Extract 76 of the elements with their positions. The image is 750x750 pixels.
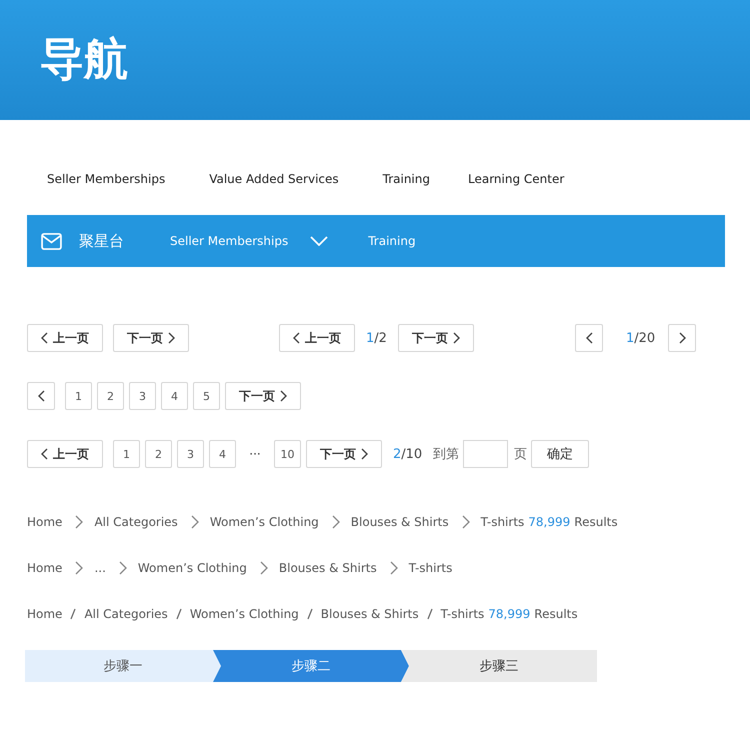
chevron-right-icon [452,332,460,344]
nav-link[interactable]: Training [382,170,430,188]
chevron-right-icon [260,561,268,575]
breadcrumb-link[interactable]: All Categories [94,515,178,529]
chevron-left-icon [41,448,48,460]
next-page-button[interactable]: 下一页 [113,324,189,352]
breadcrumb-link[interactable]: ... [94,561,106,575]
breadcrumb-link[interactable]: Blouses & Shirts [320,607,419,621]
chevron-down-icon[interactable] [310,236,328,246]
previous-page-button[interactable]: 上一页 [279,324,355,352]
chevron-left-icon [41,332,48,344]
step-item: 步骤三 [401,650,597,682]
chevron-right-icon [390,561,398,575]
chevron-right-icon [75,561,84,575]
breadcrumb-link[interactable]: All Categories [84,607,168,621]
page-input-field[interactable] [463,440,508,468]
jump-label: 到第 [433,446,460,463]
breadcrumb-link[interactable]: Women’s Clothing [190,607,299,621]
chevron-right-icon [75,515,84,529]
chevron-right-icon [678,332,686,344]
next-page-button[interactable]: 下一页 [225,382,301,410]
nav-link[interactable]: Seller Memberships [47,170,166,188]
nav-link[interactable]: Learning Center [468,170,564,188]
page-number-button[interactable]: 10 [274,440,301,468]
ellipsis: ··· [248,447,262,461]
previous-page-button[interactable]: 上一页 [27,324,103,352]
nav-link[interactable]: Value Added Services [209,170,339,188]
chevron-left-icon [586,332,592,344]
step-item: 步骤二 [213,650,409,682]
breadcrumb-link[interactable]: Women’s Clothing [210,515,319,529]
breadcrumb-current: T-shirts 78,999 Results [480,515,618,529]
previous-page-button[interactable] [575,324,603,352]
page-counter: 1/20 [626,330,656,346]
page-number-button[interactable]: 5 [193,382,220,410]
chevron-right-icon [118,561,127,575]
previous-page-button[interactable] [27,382,55,410]
chevron-right-icon [361,448,368,460]
page-number-button[interactable]: 4 [161,382,188,410]
page-number-button[interactable]: 1 [113,440,140,468]
breadcrumb-current: T-shirts 78,999 Results [440,607,578,621]
breadcrumb-link[interactable]: Home [27,607,62,621]
breadcrumb-link[interactable]: Blouses & Shirts [278,561,377,575]
slash-separator-icon [426,608,433,620]
slash-separator-icon [306,608,313,620]
breadcrumb-link[interactable]: Home [27,561,62,575]
previous-page-button[interactable]: 上一页 [27,440,103,468]
breadcrumb-current: T-shirts [408,561,452,575]
page-counter: 1/2 [366,330,387,346]
slash-separator-icon [176,608,182,620]
next-page-button[interactable]: 下一页 [398,324,474,352]
breadcrumb-link[interactable]: Blouses & Shirts [350,515,449,529]
mail-icon [41,232,62,250]
chevron-right-icon [462,515,470,529]
page-number-button[interactable]: 3 [129,382,156,410]
brand-name: 聚星台 [79,232,124,250]
page-number-button[interactable]: 2 [97,382,124,410]
page-number-button[interactable]: 4 [209,440,236,468]
chevron-left-icon [293,332,300,344]
chevron-left-icon [38,390,44,402]
page-label: 页 [514,446,528,463]
next-page-button[interactable] [668,324,696,352]
breadcrumb-link[interactable]: Home [27,515,62,529]
page-number-button[interactable]: 2 [145,440,172,468]
page-number-button[interactable]: 1 [65,382,92,410]
next-page-button[interactable]: 下一页 [306,440,382,468]
chevron-right-icon [332,515,340,529]
page-title: 导航 [40,38,128,82]
chevron-right-icon [190,515,199,529]
slash-separator-icon [70,608,76,620]
chevron-right-icon [168,332,175,344]
page-number-button[interactable]: 3 [177,440,204,468]
breadcrumb-link[interactable]: Women’s Clothing [138,561,247,575]
chevron-right-icon [280,390,287,402]
page-counter: 2/10 [393,446,422,462]
confirm-button[interactable]: 确定 [531,440,590,468]
step-item: 步骤一 [25,650,221,682]
